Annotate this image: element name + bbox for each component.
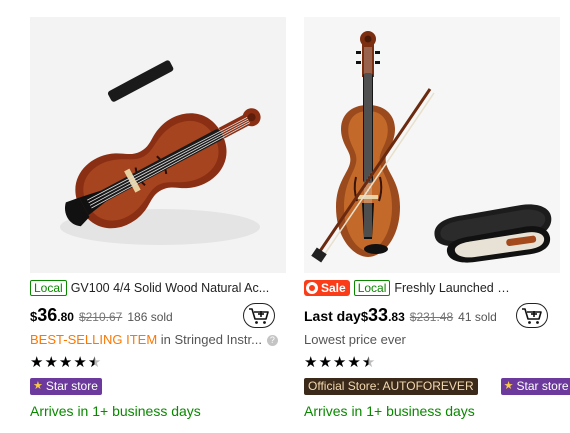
last-day-label: Last day <box>304 308 361 324</box>
local-tag: Local <box>353 280 391 296</box>
product-title-row[interactable]: Sale Local Freshly Launched 1/2 - Si... <box>304 279 516 297</box>
star-icon: ★ <box>58 354 73 371</box>
lowest-price-row: Lowest price ever <box>304 332 406 350</box>
price-main: 33 <box>368 305 389 325</box>
product-image-violin[interactable] <box>30 17 286 273</box>
product-image-violin-set[interactable] <box>304 17 560 273</box>
old-price: $231.48 <box>409 310 454 324</box>
product-card[interactable]: Local GV100 4/4 Solid Wood Natural Ac...… <box>30 0 286 433</box>
add-to-cart-button[interactable] <box>516 303 548 328</box>
star-icon: ★ <box>347 354 361 371</box>
old-price: $210.67 <box>78 310 123 324</box>
star-icon: ★ <box>44 354 58 371</box>
sold-count: 186 sold <box>127 310 173 324</box>
star-icon: ★ <box>30 354 44 371</box>
price-cents: .83 <box>388 310 405 324</box>
product-card[interactable]: Sale Local Freshly Launched 1/2 - Si... … <box>304 0 570 433</box>
lowest-price-label: Lowest price ever <box>304 332 406 347</box>
delivery-info: Arrives in 1+ business days <box>304 403 475 419</box>
price-row: Last day $ 33 .83 $231.48 41 sold <box>304 305 497 329</box>
star-half-icon: ★ <box>361 354 376 371</box>
official-store-badge[interactable]: Official Store: AUTOFOREVER <box>304 377 478 395</box>
star-store-label: Star store <box>45 378 98 393</box>
delivery-info: Arrives in 1+ business days <box>30 403 201 419</box>
product-title[interactable]: Freshly Launched 1/2 - Si... <box>394 281 516 295</box>
store-badges: Official Store: AUTOFOREVER ★ Star store <box>304 377 570 395</box>
star-icon: ★ <box>304 354 318 371</box>
price-main: 36 <box>37 305 58 325</box>
sale-burst-icon <box>306 282 318 294</box>
star-store-badge: ★ Star store <box>500 377 570 395</box>
cart-add-icon <box>249 307 269 324</box>
star-store-label: Star store <box>516 378 569 393</box>
star-half-icon: ★ <box>87 354 102 371</box>
price-cents: .80 <box>57 310 74 324</box>
rating-stars: ★ ★ ★ ★ ★ <box>30 355 102 371</box>
price-currency: $ <box>360 309 369 324</box>
add-to-cart-button[interactable] <box>243 303 275 328</box>
best-selling-row: BEST-SELLING ITEM in Stringed Instr...? <box>30 332 278 350</box>
best-selling-label: BEST-SELLING ITEM <box>30 332 158 347</box>
local-tag: Local <box>30 280 67 296</box>
sale-tag-label: Sale <box>321 281 346 295</box>
category-text: in Stringed Instr... <box>157 332 262 347</box>
star-icon: ★ <box>73 354 87 371</box>
info-icon[interactable]: ? <box>266 335 278 346</box>
cart-add-icon <box>522 307 542 324</box>
store-badges: ★ Star store <box>30 377 102 395</box>
star-badge-icon: ★ <box>33 379 43 392</box>
price-currency: $ <box>30 309 38 324</box>
sale-tag: Sale <box>304 280 350 296</box>
product-title[interactable]: GV100 4/4 Solid Wood Natural Ac... <box>71 281 276 295</box>
rating-stars: ★ ★ ★ ★ ★ <box>304 355 376 371</box>
star-store-badge: ★ Star store <box>30 377 102 395</box>
price-row: $ 36 .80 $210.67 186 sold <box>30 305 173 329</box>
star-icon: ★ <box>318 354 332 371</box>
product-title-row[interactable]: Local GV100 4/4 Solid Wood Natural Ac... <box>30 279 276 297</box>
star-badge-icon: ★ <box>503 379 514 392</box>
sold-count: 41 sold <box>458 310 497 324</box>
star-icon: ★ <box>332 354 347 371</box>
